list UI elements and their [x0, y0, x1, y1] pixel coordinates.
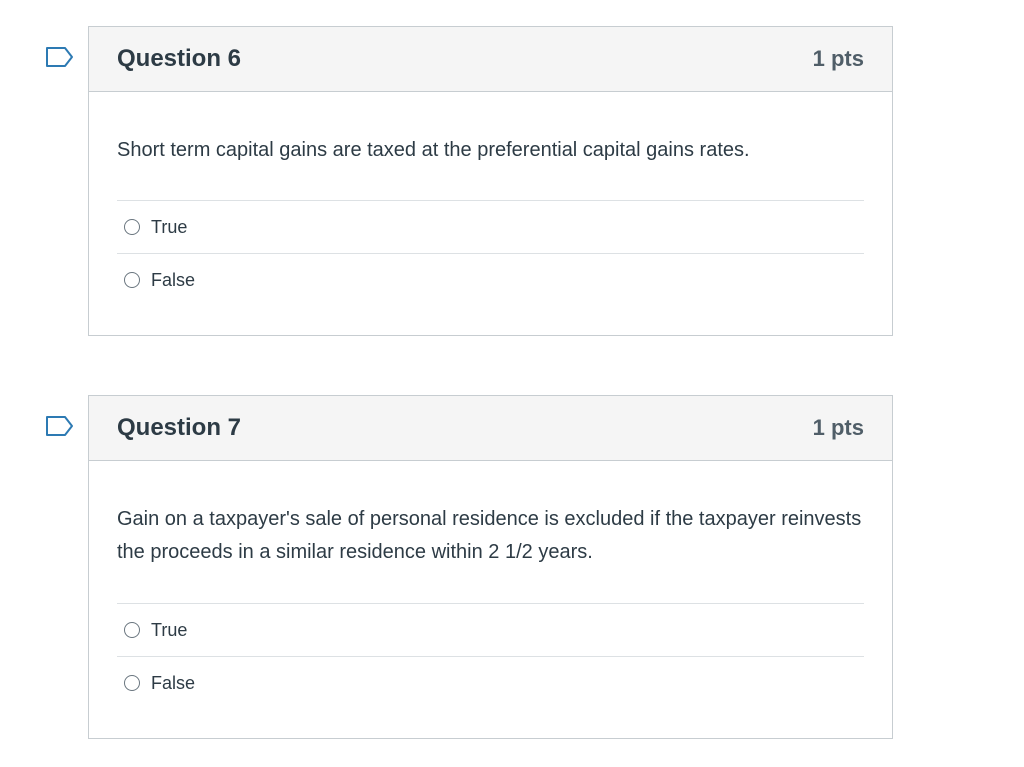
answer-label: True [151, 619, 188, 640]
question-card: Question 6 1 pts Short term capital gain… [88, 26, 893, 336]
question-text: Gain on a taxpayer's sale of personal re… [117, 508, 862, 563]
radio-button[interactable] [124, 622, 140, 638]
question-points: 1 pts [812, 415, 864, 440]
answer-option-false[interactable]: False [117, 254, 864, 306]
answer-option-true[interactable]: True [117, 604, 864, 657]
answer-label: True [151, 216, 188, 237]
answer-label: False [151, 269, 196, 290]
question-header: Question 6 1 pts [89, 27, 892, 92]
flag-question-icon[interactable] [45, 415, 75, 437]
answer-option-false[interactable]: False [117, 657, 864, 709]
radio-button[interactable] [124, 272, 140, 288]
question-body: Short term capital gains are taxed at th… [89, 92, 892, 306]
flag-question-icon[interactable] [45, 46, 75, 68]
answer-option-true[interactable]: True [117, 201, 864, 254]
question-header: Question 7 1 pts [89, 396, 892, 461]
answer-label: False [151, 672, 196, 693]
answer-list: True False [117, 200, 864, 306]
radio-button[interactable] [124, 219, 140, 235]
question-points: 1 pts [812, 46, 864, 71]
question-card: Question 7 1 pts Gain on a taxpayer's sa… [88, 395, 893, 739]
answer-list: True False [117, 603, 864, 709]
question-title: Question 6 [117, 45, 242, 72]
radio-button[interactable] [124, 675, 140, 691]
question-title: Question 7 [117, 414, 242, 441]
question-body: Gain on a taxpayer's sale of personal re… [89, 461, 892, 709]
question-text: Short term capital gains are taxed at th… [117, 139, 750, 161]
